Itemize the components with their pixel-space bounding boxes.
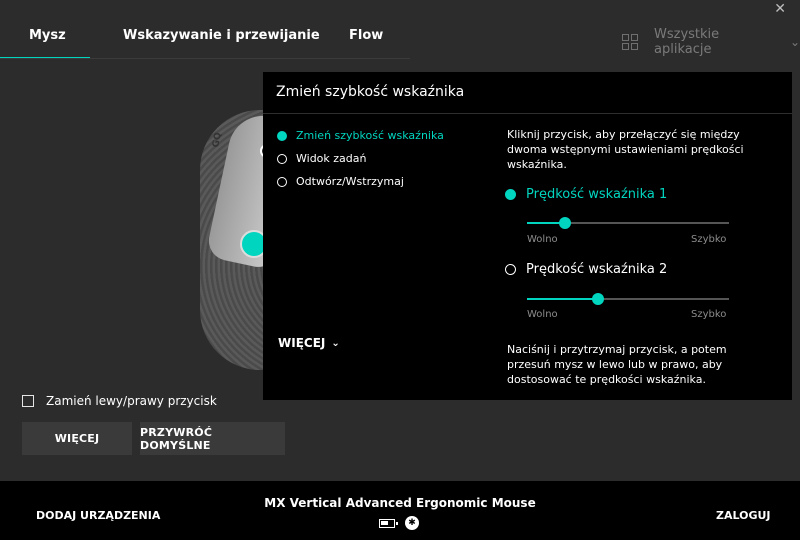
chevron-down-icon: ⌄: [789, 35, 800, 49]
option-label: Odtwórz/Wstrzymaj: [296, 175, 404, 188]
swap-buttons-option[interactable]: Zamień lewy/prawy przycisk: [22, 394, 217, 408]
option-task-view[interactable]: Widok zadań: [277, 152, 366, 165]
slider-max-label: Szybko: [691, 309, 727, 320]
tab-pointing-scrolling[interactable]: Wskazywanie i przewijanie: [123, 28, 320, 43]
slider-handle[interactable]: [559, 217, 572, 229]
swap-buttons-label: Zamień lewy/prawy przycisk: [46, 394, 217, 408]
pointer-speed-2-slider[interactable]: [527, 293, 729, 305]
button-settings-panel: Zmień szybkość wskaźnika Zmień szybkość …: [263, 72, 792, 400]
option-play-pause[interactable]: Odtwórz/Wstrzymaj: [277, 175, 404, 188]
option-label: Widok zadań: [296, 152, 367, 165]
device-status: ✱: [379, 516, 419, 530]
nav-divider: [0, 58, 410, 59]
radio-icon: [277, 153, 287, 164]
description-bottom: Naciśnij i przytrzymaj przycisk, a potem…: [507, 343, 727, 386]
add-devices-button[interactable]: DODAJ URZĄDZENIA: [36, 509, 160, 522]
slider-max-label: Szybko: [691, 234, 727, 245]
radio-icon: [277, 176, 287, 187]
mouse-illustration: GQ: [180, 100, 270, 370]
chevron-down-icon: ⌄: [331, 337, 340, 349]
device-name[interactable]: MX Vertical Advanced Ergonomic Mouse: [0, 496, 800, 510]
more-button[interactable]: WIĘCEJ: [22, 422, 132, 455]
slider-min-label: Wolno: [527, 309, 558, 320]
battery-level: [381, 520, 389, 525]
radio-selected-icon: [505, 189, 516, 200]
panel-title: Zmień szybkość wskaźnika: [276, 84, 465, 100]
option-change-pointer-speed[interactable]: Zmień szybkość wskaźnika: [277, 129, 444, 142]
panel-more-label: WIĘCEJ: [278, 336, 326, 350]
grid-icon: [622, 34, 638, 50]
panel-divider: [263, 113, 792, 114]
tab-mysz[interactable]: Mysz: [29, 28, 66, 43]
option-label: Zmień szybkość wskaźnika: [296, 129, 444, 142]
description-top: Kliknij przycisk, aby przełączyć się mię…: [507, 128, 744, 171]
slider-handle[interactable]: [591, 293, 604, 305]
swap-buttons-checkbox[interactable]: [22, 395, 34, 407]
close-icon[interactable]: ✕: [774, 2, 786, 16]
restore-defaults-button[interactable]: PRZYWRÓĆ DOMYŚLNE: [140, 422, 285, 455]
login-button[interactable]: ZALOGUJ: [716, 509, 771, 522]
apps-filter-label: Wszystkie aplikacje: [654, 27, 720, 57]
radio-icon: [505, 264, 516, 275]
pointer-speed-1-slider[interactable]: [527, 217, 729, 229]
apps-filter-dropdown[interactable]: Wszystkie aplikacje ⌄: [622, 27, 800, 57]
footer-bar: DODAJ URZĄDZENIA MX Vertical Advanced Er…: [0, 481, 800, 540]
tab-flow[interactable]: Flow: [349, 28, 383, 43]
bluetooth-icon: ✱: [405, 516, 419, 530]
pointer-speed-1-label: Prędkość wskaźnika 1: [526, 187, 668, 202]
panel-more-toggle[interactable]: WIĘCEJ ⌄: [278, 336, 340, 350]
battery-icon: [379, 518, 398, 528]
top-nav: ✕ Mysz Wskazywanie i przewijanie Flow Ws…: [0, 0, 800, 60]
pointer-speed-2-label: Prędkość wskaźnika 2: [526, 262, 668, 277]
logitech-options-window: ✕ Mysz Wskazywanie i przewijanie Flow Ws…: [0, 0, 800, 540]
slider-min-label: Wolno: [527, 234, 558, 245]
radio-selected-icon: [277, 130, 287, 141]
pointer-speed-2-option[interactable]: Prędkość wskaźnika 2: [505, 262, 667, 277]
pointer-speed-1-option[interactable]: Prędkość wskaźnika 1: [505, 187, 667, 202]
